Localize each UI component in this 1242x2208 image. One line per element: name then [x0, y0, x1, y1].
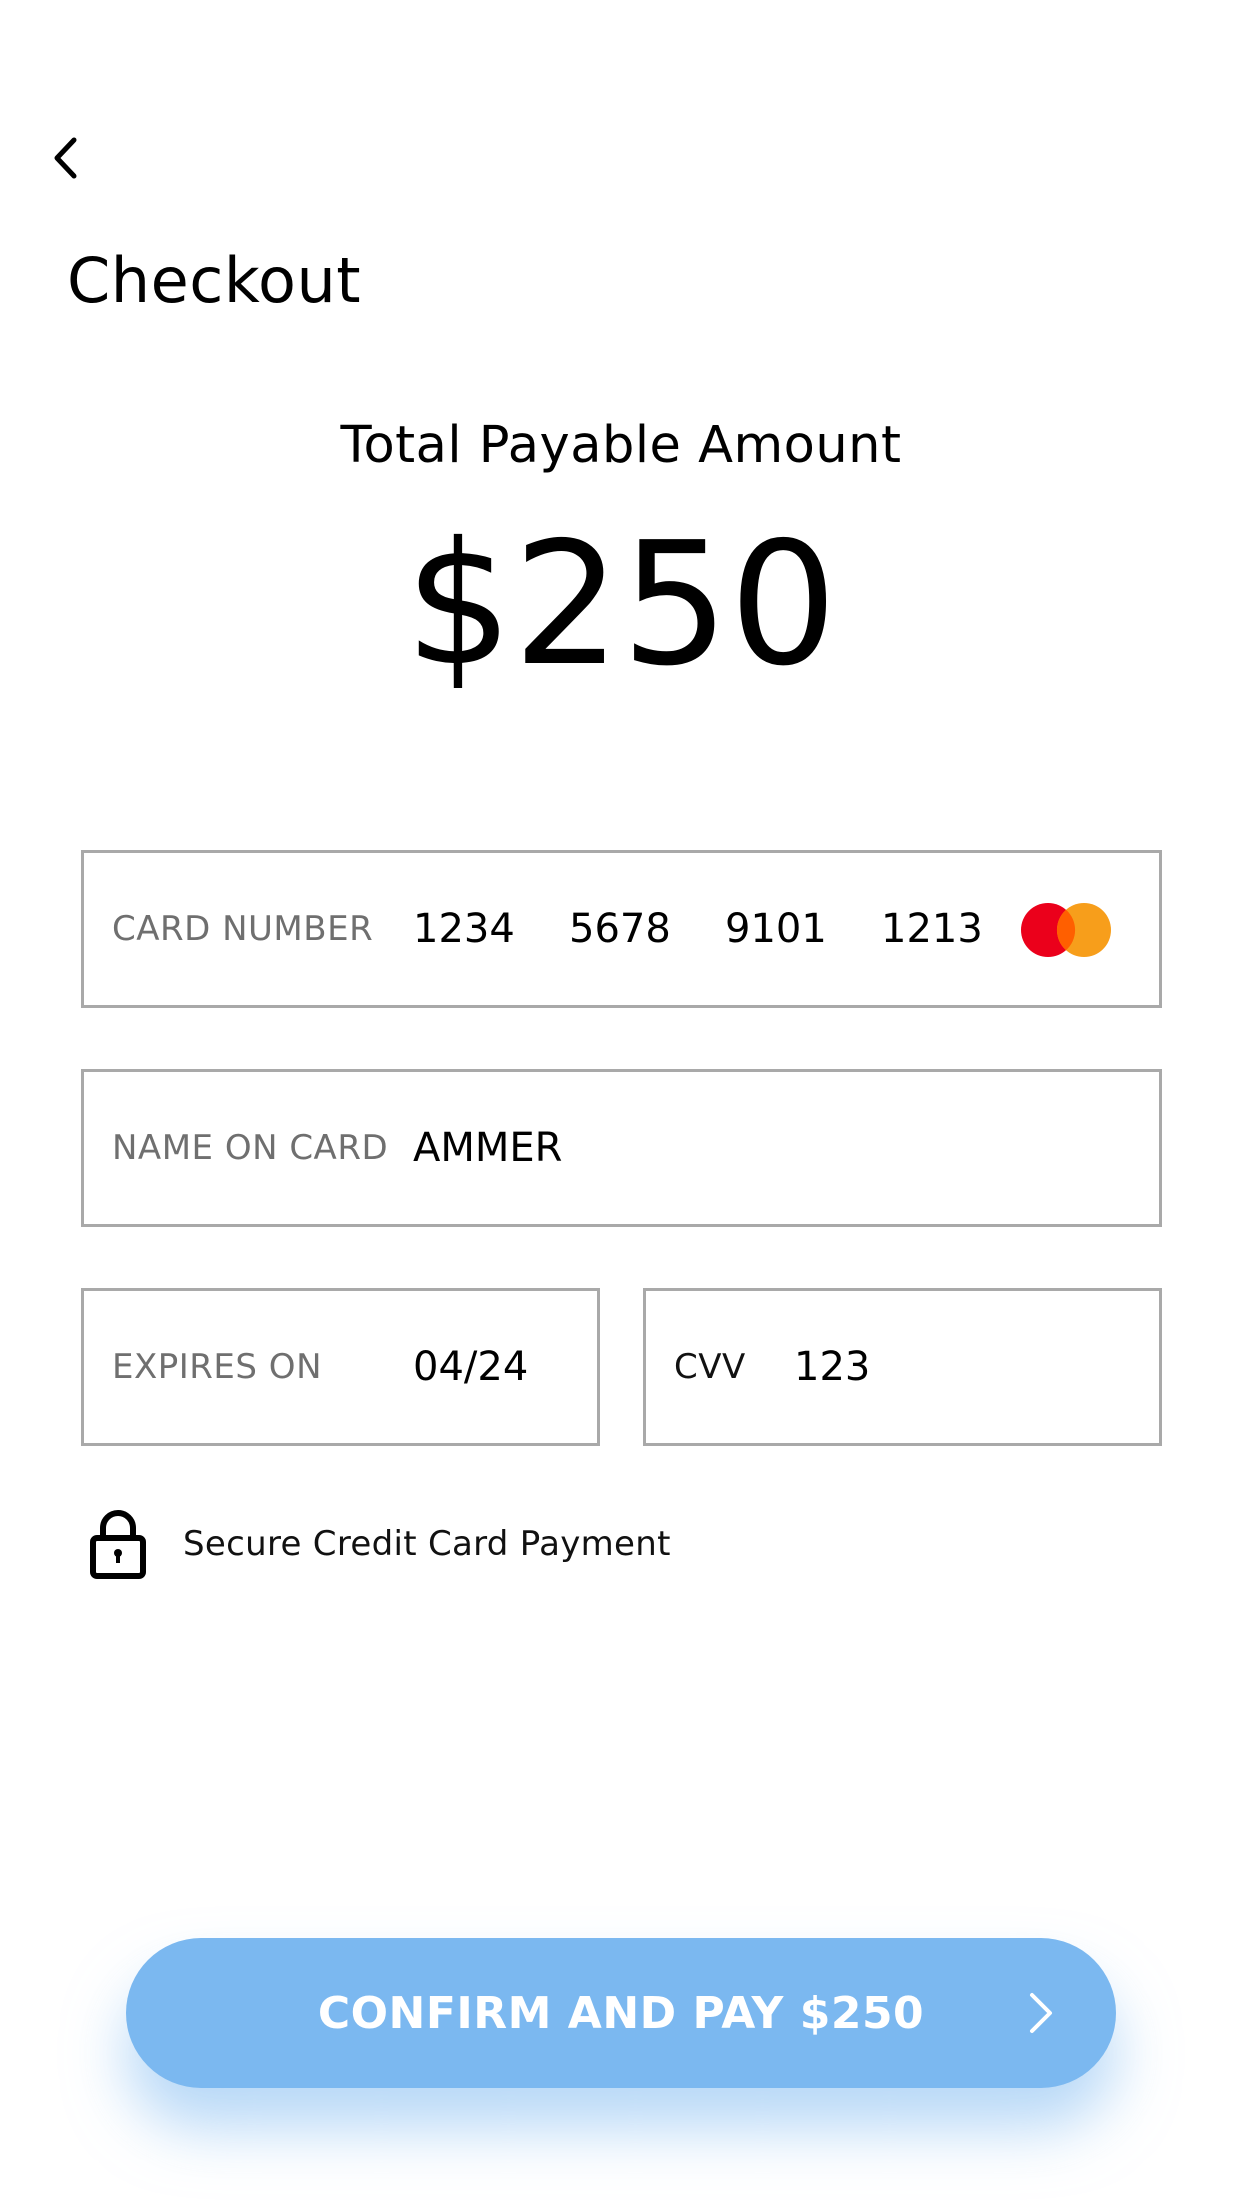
cvv-label: CVV: [674, 1347, 746, 1387]
expiry-value[interactable]: 04/24: [413, 1344, 528, 1390]
page-title: Checkout: [67, 244, 362, 317]
back-button[interactable]: [50, 122, 110, 194]
chevron-right-icon: [1030, 1993, 1052, 2033]
confirm-and-pay-button[interactable]: CONFIRM AND PAY $250: [126, 1938, 1116, 2088]
confirm-and-pay-label: CONFIRM AND PAY $250: [317, 1987, 925, 2039]
secure-payment-text: Secure Credit Card Payment: [183, 1524, 671, 1564]
card-number-field[interactable]: CARD NUMBER 1234 5678 9101 1213: [81, 850, 1162, 1008]
chevron-left-icon: [54, 137, 77, 179]
card-number-group-1[interactable]: 1234: [413, 906, 515, 952]
lock-icon: [90, 1510, 146, 1579]
expiry-field[interactable]: EXPIRES ON 04/24: [81, 1288, 600, 1446]
card-number-group-2[interactable]: 5678: [569, 906, 671, 952]
total-amount-value: $250: [404, 506, 838, 704]
total-amount-label: Total Payable Amount: [340, 416, 902, 475]
name-on-card-field[interactable]: NAME ON CARD AMMER: [81, 1069, 1162, 1227]
secure-payment-note: Secure Credit Card Payment: [88, 1508, 671, 1580]
mastercard-icon: [1021, 903, 1111, 957]
card-number-group-4[interactable]: 1213: [881, 906, 983, 952]
name-on-card-label: NAME ON CARD: [112, 1128, 389, 1168]
card-number-group-3[interactable]: 9101: [725, 906, 827, 952]
cvv-value[interactable]: 123: [794, 1344, 870, 1390]
card-number-label: CARD NUMBER: [112, 909, 374, 949]
cvv-field[interactable]: CVV 123: [643, 1288, 1162, 1446]
expiry-label: EXPIRES ON: [112, 1347, 322, 1387]
name-on-card-value[interactable]: AMMER: [413, 1125, 562, 1171]
